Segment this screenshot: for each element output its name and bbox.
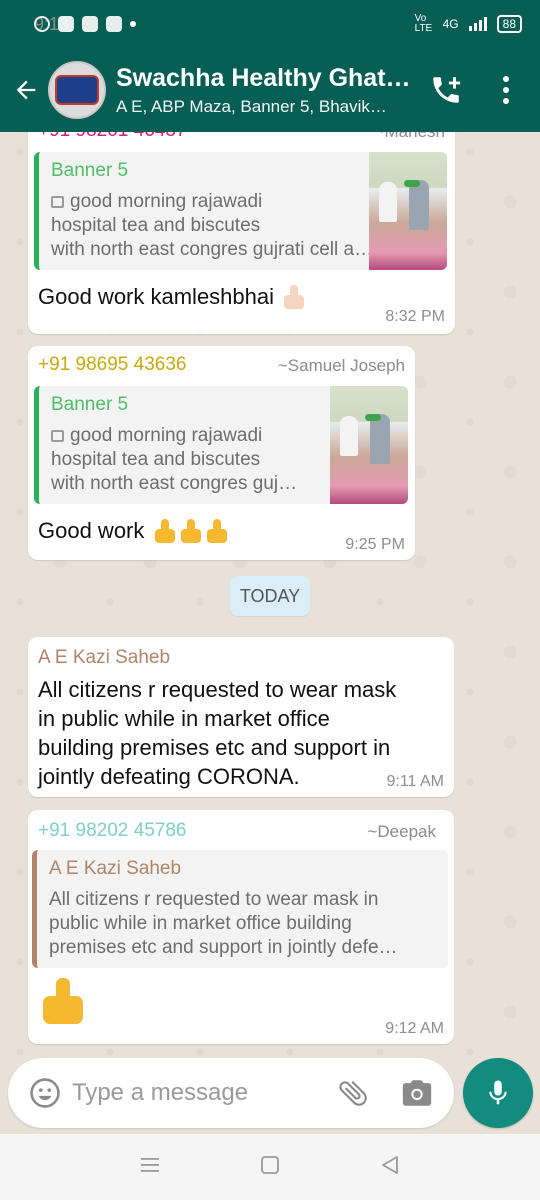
group-avatar[interactable] — [48, 61, 106, 119]
smiley-icon — [30, 1078, 60, 1108]
photo-icon — [51, 195, 64, 208]
overflow-menu-button[interactable] — [488, 68, 524, 112]
message-time: 9:25 PM — [345, 536, 405, 553]
sender-contact-name: ~Samuel Joseph — [277, 356, 405, 375]
quoted-image-thumbnail — [330, 386, 408, 504]
message-time: 9:12 AM — [385, 1020, 444, 1037]
message-composer: Type a message — [8, 1058, 454, 1128]
app-notification-icon — [106, 16, 122, 32]
battery-icon: 88 — [496, 15, 522, 33]
add-call-button[interactable] — [424, 68, 468, 112]
sender-phone: +91 98202 45786 — [38, 820, 187, 841]
thumbs-up-emoji-icon — [205, 519, 229, 545]
recents-button[interactable] — [139, 1155, 161, 1180]
thumbs-up-emoji-icon — [153, 519, 177, 545]
message-emoji — [38, 978, 86, 1026]
message-bubble[interactable]: +91 98201 46437 ~Mahesh Banner 5 good mo… — [28, 132, 455, 334]
phone-add-icon — [433, 77, 461, 103]
quoted-author: Banner 5 — [51, 160, 129, 181]
whatsapp-notification-icon — [34, 16, 50, 32]
paperclip-icon — [339, 1080, 367, 1106]
sender-phone: +91 98201 46437 — [38, 132, 186, 142]
sender-phone: +91 98695 43636 — [38, 354, 187, 375]
emoji-button[interactable] — [28, 1076, 62, 1110]
chat-title: Swachha Healthy Ghat… — [116, 63, 411, 92]
chat-title-area[interactable]: Swachha Healthy Ghat… A E, ABP Maza, Ban… — [116, 64, 416, 117]
sender-contact-name: ~Mahesh — [375, 132, 445, 142]
voice-record-button[interactable] — [463, 1058, 533, 1128]
message-bubble[interactable]: +91 98695 43636 ~Samuel Joseph Banner 5 … — [28, 346, 415, 560]
arrow-left-icon — [16, 80, 36, 100]
group-logo — [55, 75, 99, 105]
app-notification-icon — [82, 16, 98, 32]
volte-indicator: Vo LTE — [414, 13, 433, 34]
chat-participants: A E, ABP Maza, Banner 5, Bhavik… — [116, 96, 387, 116]
quoted-text: good morning rajawadi hospital tea and b… — [51, 191, 374, 260]
signal-icon — [468, 17, 487, 31]
status-bar: 9:13 Vo LTE 4G 88 — [0, 0, 540, 48]
message-time: 8:32 PM — [385, 308, 445, 325]
quoted-author: A E Kazi Saheb — [49, 858, 182, 879]
thumbs-up-emoji-icon — [282, 285, 306, 311]
back-button[interactable] — [4, 60, 48, 120]
system-status: Vo LTE 4G 88 — [415, 14, 522, 34]
date-separator: TODAY — [230, 576, 310, 616]
network-type: 4G — [442, 17, 459, 31]
message-text: Good work — [38, 516, 229, 545]
home-button[interactable] — [259, 1154, 281, 1181]
message-bubble[interactable]: A E Kazi Saheb All citizens r requested … — [28, 637, 454, 797]
triangle-back-icon — [382, 1155, 398, 1174]
message-bubble[interactable]: +91 98202 45786 ~Deepak A E Kazi Saheb A… — [28, 810, 454, 1044]
quoted-message[interactable]: A E Kazi Saheb All citizens r requested … — [32, 850, 448, 968]
message-list[interactable]: +91 98201 46437 ~Mahesh Banner 5 good mo… — [0, 132, 540, 1056]
chat-header: Swachha Healthy Ghat… A E, ABP Maza, Ban… — [0, 48, 540, 132]
quoted-image-thumbnail — [369, 152, 447, 270]
square-icon — [261, 1155, 279, 1174]
sender-contact-name: ~Deepak — [367, 822, 436, 841]
thumbs-up-emoji-icon — [179, 519, 203, 545]
quoted-text: All citizens r requested to wear mask in… — [49, 889, 398, 958]
system-navigation-bar — [0, 1134, 540, 1200]
quoted-message[interactable]: Banner 5 good morning rajawadi hospital … — [34, 386, 408, 504]
quoted-message[interactable]: Banner 5 good morning rajawadi hospital … — [34, 152, 447, 270]
message-time: 9:11 AM — [386, 773, 444, 790]
photo-icon — [51, 429, 64, 442]
message-text: Good work kamleshbhai — [38, 282, 306, 311]
quoted-text: good morning rajawadi hospital tea and b… — [51, 425, 298, 494]
app-notification-icon — [58, 16, 74, 32]
more-notifications-dot — [130, 21, 136, 27]
back-nav-button[interactable] — [379, 1154, 401, 1181]
camera-icon — [402, 1080, 432, 1106]
sender-name: A E Kazi Saheb — [38, 647, 171, 668]
battery-level: 88 — [502, 17, 516, 31]
quoted-author: Banner 5 — [51, 394, 129, 415]
message-input[interactable]: Type a message — [72, 1079, 248, 1107]
menu-lines-icon — [141, 1157, 159, 1172]
attach-button[interactable] — [336, 1076, 370, 1110]
message-text: All citizens r requested to wear mask in… — [38, 677, 397, 789]
camera-button[interactable] — [400, 1076, 436, 1110]
thumbs-up-emoji-icon — [40, 978, 86, 1026]
microphone-icon — [489, 1080, 507, 1105]
